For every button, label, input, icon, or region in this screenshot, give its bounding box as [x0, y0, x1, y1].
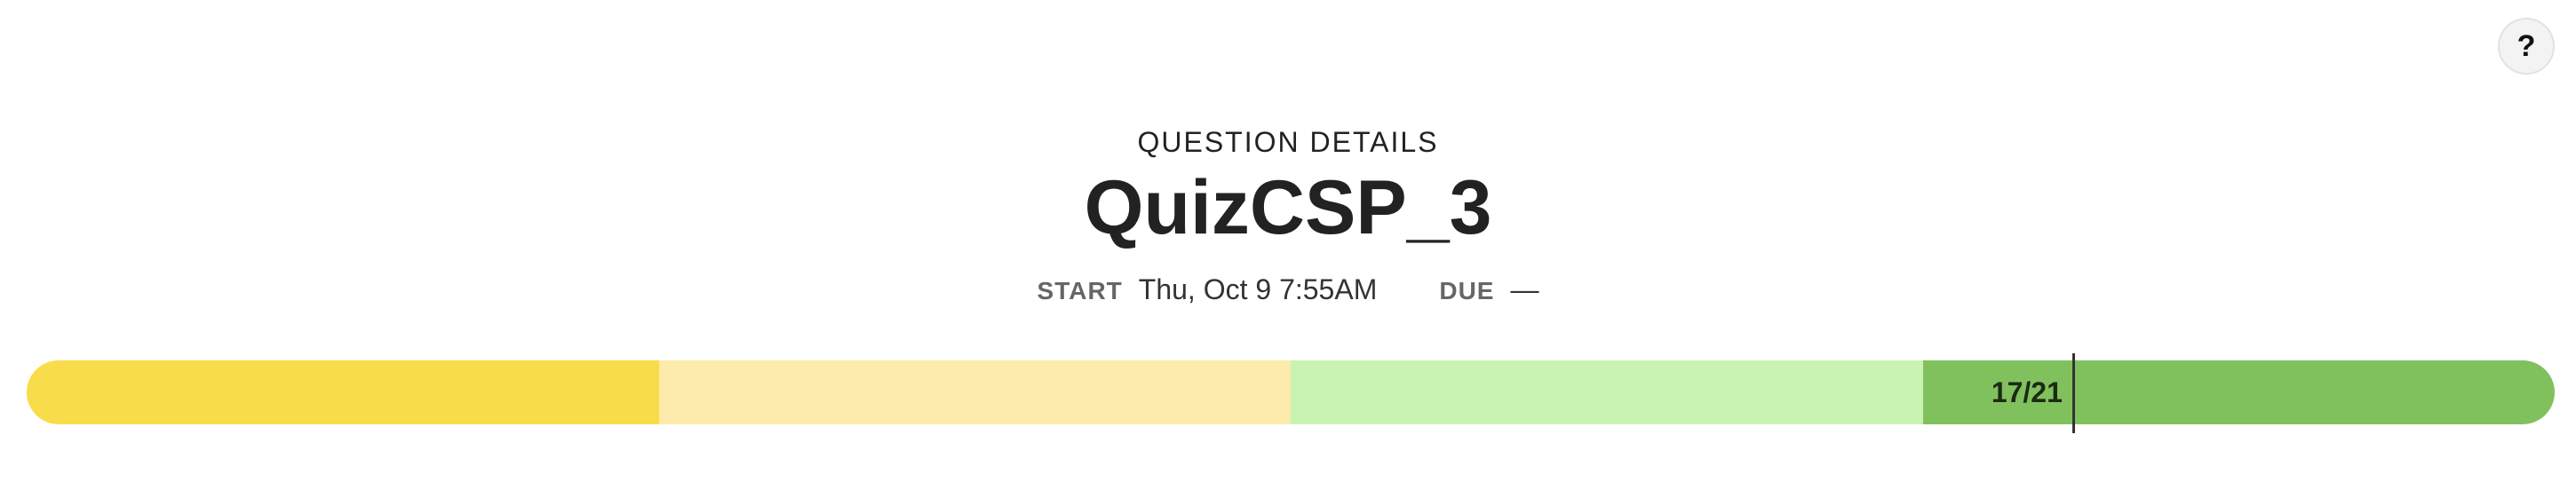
due-label: DUE	[1439, 277, 1495, 304]
schedule-info: START Thu, Oct 9 7:55AM DUE —	[0, 273, 2576, 306]
page-title: QuizCSP_3	[1084, 165, 1492, 250]
header: QUESTION DETAILS QuizCSP_3	[0, 124, 2576, 252]
score-progress-bar	[27, 360, 2555, 424]
start-label: START	[1037, 277, 1123, 304]
help-icon: ?	[2516, 28, 2536, 63]
score-marker	[2071, 353, 2075, 433]
progress-segment-1	[27, 360, 659, 424]
score-label: 17/21	[1991, 376, 2063, 408]
progress-segment-2	[658, 360, 1291, 424]
due-value: —	[1510, 273, 1539, 305]
question-details-page: ? QUESTION DETAILS QuizCSP_3 START Thu, …	[0, 0, 2576, 490]
help-button[interactable]: ?	[2498, 18, 2555, 75]
section-eyebrow: QUESTION DETAILS	[1137, 126, 1439, 158]
start-value: Thu, Oct 9 7:55AM	[1138, 273, 1378, 305]
progress-segment-3	[1291, 360, 1923, 424]
